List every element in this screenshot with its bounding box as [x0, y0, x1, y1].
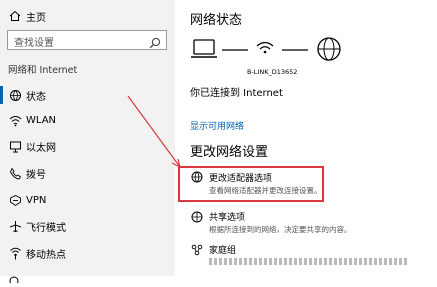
annotation-arrow: [127, 95, 181, 168]
